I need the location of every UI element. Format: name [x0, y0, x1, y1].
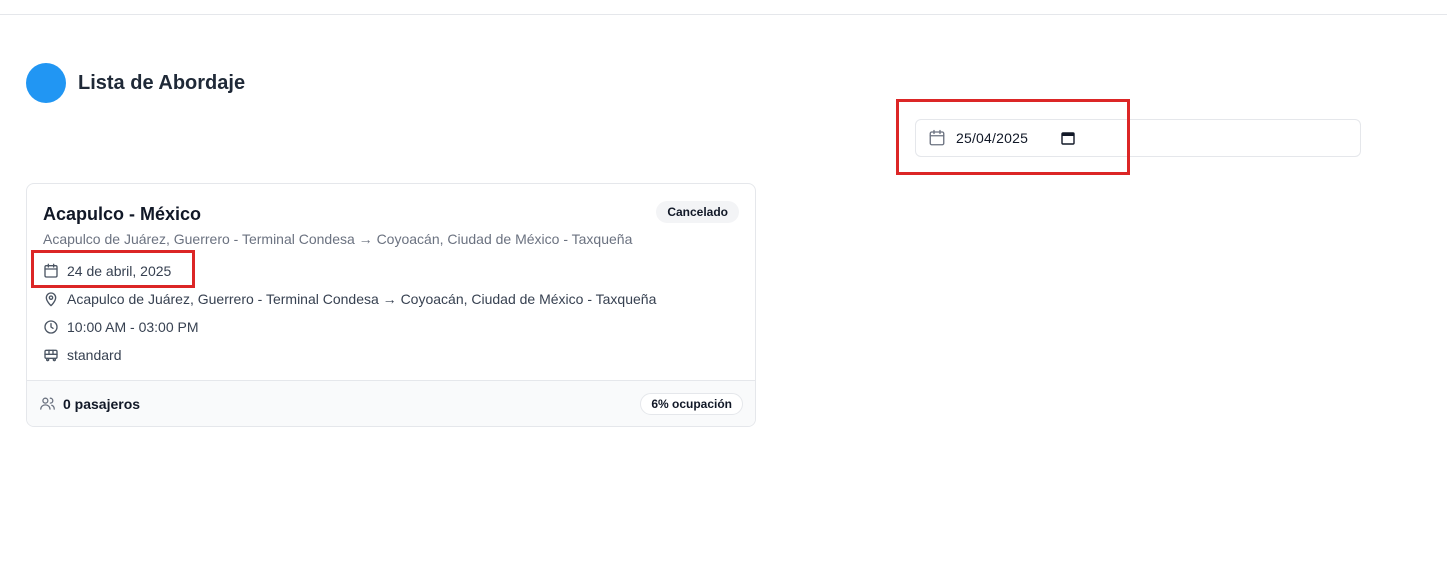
status-badge: Cancelado	[656, 201, 739, 223]
calendar-icon	[44, 263, 58, 278]
top-bar	[0, 0, 1447, 15]
users-icon	[40, 397, 55, 410]
card-footer: 0 pasajeros 6% ocupación	[27, 380, 755, 426]
date-filter-input[interactable]: 25/04/2025	[915, 119, 1361, 157]
page-header: Lista de Abordaje	[26, 63, 245, 103]
trip-time: 10:00 AM - 03:00 PM	[67, 319, 199, 335]
page-title: Lista de Abordaje	[78, 71, 246, 94]
date-picker-icon[interactable]	[1061, 131, 1075, 145]
occupancy-badge: 6% ocupación	[640, 393, 743, 415]
passenger-count-label: 0 pasajeros	[63, 395, 141, 412]
route-subtitle: Acapulco de Juárez, Guerrero - Terminal …	[43, 231, 633, 247]
bus-type-row: standard	[43, 347, 121, 363]
passenger-count: 0 pasajeros	[39, 395, 140, 412]
bus-type: standard	[67, 347, 122, 363]
trip-route-row: Acapulco de Juárez, Guerrero - Terminal …	[43, 291, 656, 307]
trip-route: Acapulco de Juárez, Guerrero - Terminal …	[67, 291, 657, 307]
bus-icon	[44, 349, 58, 362]
trip-date: 24 de abril, 2025	[67, 263, 172, 279]
brand-logo	[26, 63, 66, 103]
trip-title: Acapulco - México	[43, 204, 202, 224]
clock-icon	[44, 320, 58, 334]
map-pin-icon	[45, 292, 57, 307]
calendar-icon	[929, 129, 945, 146]
trip-date-row: 24 de abril, 2025	[43, 263, 171, 279]
date-value[interactable]: 25/04/2025	[956, 130, 1028, 146]
trip-time-row: 10:00 AM - 03:00 PM	[43, 319, 199, 335]
trip-card[interactable]: Acapulco - México Cancelado Acapulco de …	[26, 183, 756, 427]
